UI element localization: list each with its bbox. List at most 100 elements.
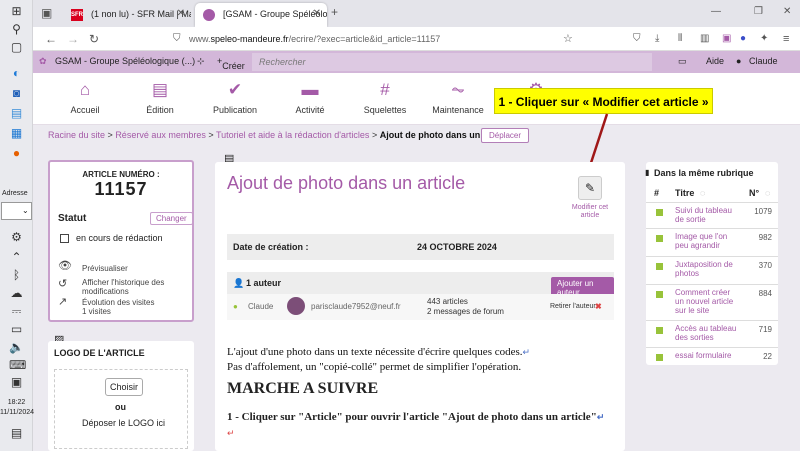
tab-gsam[interactable]: [GSAM - Groupe Spéléologique ✕ — [195, 3, 327, 27]
logo-dropzone[interactable]: Choisir ou Déposer le LOGO ici — [54, 369, 188, 449]
table-row[interactable]: Accès au tableau des sorties 719 — [646, 320, 778, 347]
author-name[interactable]: Claude — [248, 302, 273, 311]
breadcrumb-root[interactable]: Racine du site — [48, 130, 105, 140]
edit-article-button[interactable]: ✎ — [578, 176, 602, 200]
col-number[interactable]: N° — [749, 188, 759, 198]
new-tab-icon[interactable]: + — [331, 4, 338, 20]
stats-icon: ↗ — [58, 296, 68, 308]
forward-icon[interactable]: → — [67, 31, 79, 47]
breadcrumb: Racine du site > Réservé aux membres > T… — [33, 125, 800, 147]
address-select[interactable]: ⌄ — [1, 202, 32, 220]
create-button[interactable]: + Créer — [217, 56, 245, 71]
menu-icon[interactable]: ≡ — [783, 31, 789, 47]
row-title[interactable]: Comment créer un nouvel article sur le s… — [675, 288, 739, 315]
article-intro: L'ajout d'une photo dans un texte nécess… — [227, 345, 530, 375]
breadcrumb-tutorial[interactable]: Tutoriel et aide à la rédaction d'articl… — [216, 130, 369, 140]
minimize-icon[interactable]: — — [711, 4, 721, 20]
taskbar-chevron-icon[interactable]: ⌃ — [9, 250, 24, 265]
search-icon[interactable]: ⚲ — [9, 22, 24, 37]
pocket-icon[interactable]: ⛉ — [633, 31, 641, 47]
row-title[interactable]: Accès au tableau des sorties — [675, 324, 739, 342]
cloud-icon[interactable]: ☁ — [9, 286, 24, 301]
restore-icon[interactable]: ❐ — [754, 4, 763, 20]
menu-maintenance[interactable]: ⏦ Maintenance — [423, 79, 493, 115]
site-info-icon[interactable]: ⛉ — [173, 31, 181, 47]
breadcrumb-members[interactable]: Réservé aux membres — [115, 130, 206, 140]
drive-icon[interactable]: ▭ — [9, 322, 24, 337]
menu-activite[interactable]: ▬ Activité — [275, 79, 345, 115]
col-hash[interactable]: # — [654, 188, 659, 198]
edge-icon[interactable]: ◐ — [9, 66, 24, 81]
url-prefix: www. — [189, 34, 211, 44]
clock-date[interactable]: 11/11/2024 — [0, 408, 34, 418]
sidebar-icon[interactable]: ▥ — [700, 31, 709, 47]
table-row[interactable]: Juxtaposition de photos 370 — [646, 256, 778, 284]
tree-icon[interactable]: ⊹ — [197, 56, 205, 67]
windows-start-icon[interactable]: ⊞ — [9, 4, 24, 19]
article-info-box: ARTICLE NUMÉRO : 11157 Statut Changer en… — [48, 160, 194, 322]
firefox-icon[interactable]: ● — [9, 146, 24, 161]
menu-publication[interactable]: ✔ Publication — [200, 79, 270, 115]
extension-icon[interactable]: ▣ — [722, 31, 731, 47]
site-name[interactable]: GSAM - Groupe Spéléologique (...) — [55, 56, 195, 66]
user-icon[interactable]: ● — [736, 56, 741, 66]
window-close-icon[interactable]: ✕ — [783, 4, 791, 20]
move-button[interactable]: Déplacer — [481, 128, 530, 143]
remove-icon[interactable]: ✖ — [595, 302, 602, 311]
library-icon[interactable]: ⫴ — [678, 31, 682, 47]
files-icon[interactable]: ▦ — [9, 126, 24, 141]
display-icon[interactable]: ▣ — [9, 375, 24, 390]
volume-icon[interactable]: 🔈 — [9, 340, 24, 355]
menu-edition[interactable]: ▤ Édition — [125, 79, 195, 115]
choose-button[interactable]: Choisir — [105, 378, 143, 396]
menu-accueil[interactable]: ⌂ Accueil — [50, 79, 120, 115]
row-title[interactable]: Suivi du tableau de sortie — [675, 206, 739, 224]
taskbar-tool-icon[interactable]: ⚙ — [9, 230, 24, 245]
table-row[interactable]: Image que l'on peu agrandir 982 — [646, 228, 778, 256]
change-status-button[interactable]: Changer — [150, 212, 193, 225]
puzzle-icon[interactable]: ✦ — [760, 31, 768, 47]
row-title[interactable]: essai formulaire — [675, 351, 739, 360]
notification-icon[interactable]: ▤ — [9, 426, 24, 441]
menu-squelettes[interactable]: # Squelettes — [350, 79, 420, 115]
sort-icon[interactable]: ◌ — [765, 188, 770, 198]
download-icon[interactable]: ⤓ — [655, 31, 659, 47]
tab-sfr-mail[interactable]: SFR (1 non lu) - SFR Mail | Mail ✕ — [63, 3, 191, 27]
history-link[interactable]: Afficher l'historique des modifications — [82, 278, 182, 296]
preview-link[interactable]: Prévisualiser — [82, 264, 128, 273]
store-icon[interactable]: ▤ — [9, 106, 24, 121]
bluetooth-icon[interactable]: ᛒ — [9, 268, 24, 283]
table-row[interactable]: Comment créer un nouvel article sur le s… — [646, 284, 778, 320]
network-icon[interactable]: ⎓ — [9, 304, 24, 319]
task-view-icon[interactable]: ▢ — [9, 40, 24, 55]
row-title[interactable]: Juxtaposition de photos — [675, 260, 739, 278]
account-icon[interactable]: ● — [740, 31, 746, 47]
col-title[interactable]: Titre — [675, 188, 694, 198]
menu-label: Publication — [212, 105, 258, 115]
clock-time[interactable]: 18:22 — [0, 398, 33, 408]
remove-author-link[interactable]: Retirer l'auteur — [550, 303, 596, 310]
outlook-icon[interactable]: ◙ — [9, 86, 24, 101]
table-row[interactable]: Suivi du tableau de sortie 1079 — [646, 202, 778, 228]
url-bar[interactable]: www.speleo-mandeure.fr/ecrire/?exec=arti… — [161, 30, 611, 48]
tab-list-icon[interactable]: ▣ — [41, 5, 52, 21]
bookmark-star-icon[interactable]: ☆ — [563, 31, 573, 47]
help-link[interactable]: Aide — [706, 56, 724, 66]
sort-icon[interactable]: ◌ — [700, 188, 705, 198]
row-title[interactable]: Image que l'on peu agrandir — [675, 232, 739, 250]
reload-icon[interactable]: ↻ — [89, 31, 99, 47]
back-icon[interactable]: ← — [45, 31, 57, 47]
evolution-link[interactable]: Évolution des visites — [82, 298, 154, 307]
close-icon[interactable]: ✕ — [177, 8, 185, 19]
search-input[interactable]: Rechercher — [252, 53, 652, 71]
close-icon[interactable]: ✕ — [313, 8, 321, 19]
user-link[interactable]: Claude — [749, 56, 778, 66]
edit-article-label[interactable]: Modifier cet article — [565, 204, 615, 220]
author-email[interactable]: parisclaude7952@neuf.fr — [311, 302, 401, 311]
table-row[interactable]: essai formulaire 22 — [646, 347, 778, 365]
table-header: # Titre ◌ N° ◌ — [646, 186, 778, 202]
spip-logo-icon[interactable]: ✿ — [39, 56, 47, 67]
keyboard-icon[interactable]: ⌨ — [9, 358, 26, 373]
messages-icon[interactable]: ▭ — [678, 56, 687, 67]
status-checkbox[interactable] — [60, 234, 69, 243]
